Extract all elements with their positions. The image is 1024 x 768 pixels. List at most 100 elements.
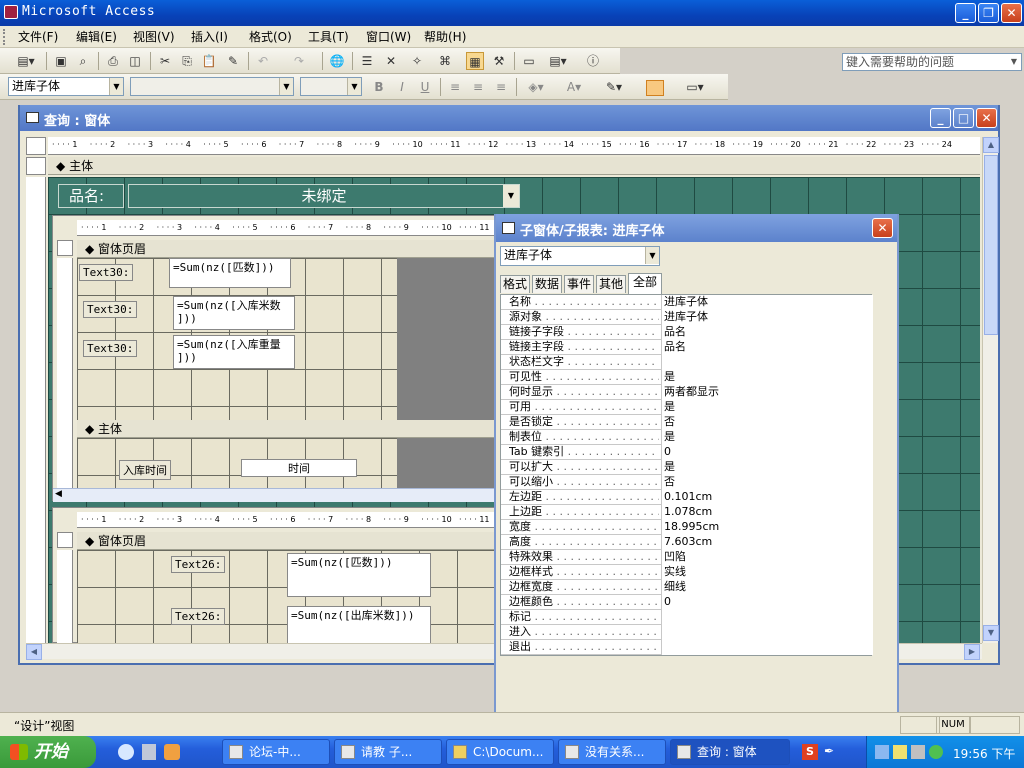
property-value[interactable]: 否 [661,415,873,430]
align-left-icon[interactable]: ≡ [446,78,464,96]
subform-1-header-bar[interactable]: ◆ 窗体页眉 [77,240,497,258]
toolbox-icon[interactable]: ✕ [382,52,400,70]
menu-tools[interactable]: 工具(T) [308,29,349,45]
form-maximize-button[interactable]: □ [953,108,974,128]
property-value[interactable]: 两者都显示 [661,385,873,400]
menu-insert[interactable]: 插入(I) [191,29,228,45]
property-value[interactable]: 否 [661,475,873,490]
task-query-form[interactable]: 查询 : 窗体 [670,739,790,765]
code-icon[interactable]: ⌘ [436,52,454,70]
build-icon[interactable]: ⚒ [490,52,508,70]
tab-other[interactable]: 其他 [596,275,626,293]
form-minimize-button[interactable]: _ [930,108,951,128]
menu-edit[interactable]: 编辑(E) [76,29,117,45]
database-window-icon[interactable]: ▭ [520,52,538,70]
font-color-icon[interactable]: A▾ [560,78,588,96]
pen-icon[interactable]: ✒ [824,744,840,760]
property-row[interactable]: 制表位是 [501,430,873,445]
property-row[interactable]: 边框颜色0 [501,595,873,610]
properties-icon[interactable]: ▦ [466,52,484,70]
property-value[interactable]: 品名 [661,325,873,340]
property-value[interactable]: 是 [661,400,873,415]
desktop-quicklaunch-icon[interactable] [142,744,156,760]
scroll-down-icon[interactable]: ▼ [983,625,999,641]
subform-2-section-selector[interactable] [57,532,73,548]
shield-icon[interactable] [929,745,943,759]
property-value[interactable] [661,355,873,370]
property-value[interactable]: 进库子体 [661,295,873,310]
property-value[interactable]: 细线 [661,580,873,595]
text30-box-1[interactable]: =Sum(nz([匹数])) [169,258,291,288]
chevron-down-icon[interactable]: ▼ [279,78,293,95]
new-object-icon[interactable]: ▤▾ [544,52,572,70]
menu-window[interactable]: 窗口(W) [366,29,411,45]
restore-button[interactable]: ❐ [978,3,999,23]
time-field[interactable]: 时间 [241,459,357,477]
property-row[interactable]: 可用是 [501,400,873,415]
text30-label-3[interactable]: Text30: [83,340,138,357]
ie-quicklaunch-icon[interactable] [118,744,134,760]
subform-1-detail-bar[interactable]: ◆ 主体 [77,420,497,438]
menu-format[interactable]: 格式(O) [249,29,292,45]
section-selector[interactable] [26,157,46,175]
menu-help[interactable]: 帮助(H) [424,29,466,45]
search-file-icon[interactable]: ⌕ [74,52,92,70]
property-row[interactable]: 名称进库子体 [501,295,873,310]
text26-box-1[interactable]: =Sum(nz([匹数])) [287,553,431,597]
property-value[interactable]: 实线 [661,565,873,580]
property-row[interactable]: 链接子字段品名 [501,325,873,340]
task-norelation[interactable]: 没有关系... [558,739,666,765]
chevron-down-icon[interactable]: ▼ [347,78,361,95]
property-value[interactable] [661,610,873,625]
property-value[interactable]: 是 [661,430,873,445]
property-row[interactable]: 可以扩大是 [501,460,873,475]
paste-icon[interactable]: 📋 [200,52,218,70]
close-button[interactable]: ✕ [1001,3,1022,23]
help-search-input[interactable]: 键入需要帮助的问题 ▼ [842,53,1022,71]
help-icon[interactable]: ⓘ [584,52,602,70]
detail-section-bar[interactable]: ◆ 主体 [48,157,980,175]
property-value[interactable]: 0.101cm [661,490,873,505]
property-row[interactable]: 进入 [501,625,873,640]
redo-icon[interactable]: ↷ [290,52,308,70]
property-row[interactable]: 是否锁定否 [501,415,873,430]
property-row[interactable]: 链接主字段品名 [501,340,873,355]
text30-label-1[interactable]: Text30: [79,264,134,281]
print-icon[interactable]: ⎙ [104,52,122,70]
save-icon[interactable]: ▣ [52,52,70,70]
form-vscrollbar[interactable]: ▲ ▼ [982,137,999,643]
text30-box-2[interactable]: =Sum(nz([入库米数 ])) [173,296,295,330]
hyperlink-icon[interactable]: 🌐 [328,52,346,70]
task-ask[interactable]: 请教 子... [334,739,442,765]
minimize-button[interactable]: _ [955,3,976,23]
property-object-select[interactable]: 进库子体 ▼ [500,246,660,266]
object-combo[interactable]: 进库子体 ▼ [8,77,124,96]
fill-color-icon[interactable]: ◈▾ [522,78,550,96]
tab-event[interactable]: 事件 [564,275,594,293]
property-row[interactable]: 源对象进库子体 [501,310,873,325]
security-icon[interactable] [893,745,907,759]
scroll-right-icon[interactable]: ▶ [964,644,980,660]
property-value[interactable]: 0 [661,445,873,460]
property-row[interactable]: 特殊效果凹陷 [501,550,873,565]
italic-icon[interactable]: I [393,78,411,96]
subform-2-header-bar[interactable]: ◆ 窗体页眉 [77,532,497,550]
volume-icon[interactable] [911,745,925,759]
task-forum[interactable]: 论坛-中... [222,739,330,765]
print-preview-icon[interactable]: ◫ [126,52,144,70]
font-combo[interactable]: ▼ [130,77,294,96]
chevron-down-icon[interactable]: ▼ [503,185,519,207]
view-icon[interactable]: ▤▾ [12,52,40,70]
inbound-time-label[interactable]: 入库时间 [119,460,171,480]
subform-1-hscrollbar[interactable]: ◀ [53,488,497,502]
line-width-icon[interactable]: ▭▾ [680,78,710,96]
property-row[interactable]: Tab 键索引0 [501,445,873,460]
property-row[interactable]: 退出 [501,640,873,655]
property-row[interactable]: 边框宽度细线 [501,580,873,595]
property-value[interactable] [661,625,873,640]
property-value[interactable]: 1.078cm [661,505,873,520]
text26-label-2[interactable]: Text26: [171,608,226,625]
scroll-thumb[interactable] [984,155,998,335]
property-sheet-close-button[interactable]: ✕ [872,218,893,238]
property-value[interactable]: 进库子体 [661,310,873,325]
